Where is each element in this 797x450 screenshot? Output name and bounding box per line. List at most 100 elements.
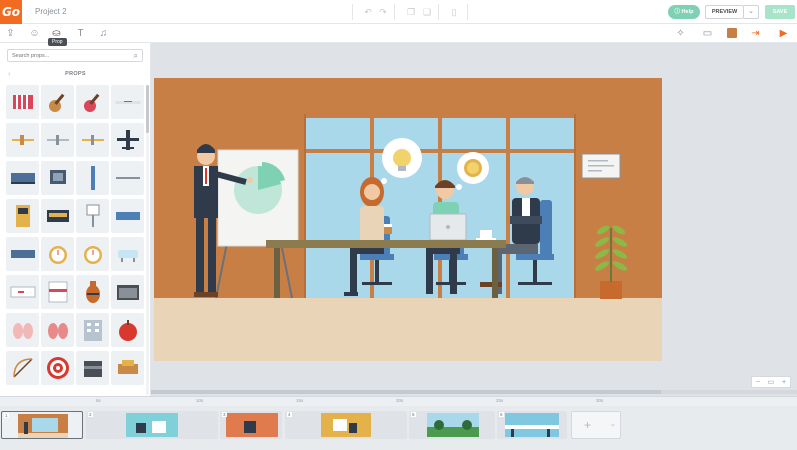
ruler-mark: 15s [296,398,304,403]
plus-icon: + [584,418,592,432]
scene-thumbnail[interactable]: 3 [220,411,282,439]
prop-item-alarm-clock[interactable] [41,237,74,271]
scene-preview [226,413,278,437]
chevron-down-icon[interactable]: ⌄ [744,5,759,19]
prop-item-bathtub[interactable] [111,237,144,271]
prop-item-jet[interactable] [41,123,74,157]
search-input[interactable] [12,51,122,61]
scene-number: 6 [499,412,504,417]
search-icon[interactable]: ⌕ [134,51,138,61]
scene-number: 2 [88,412,93,417]
prop-item-pole[interactable] [76,161,109,195]
undo-icon[interactable]: ↶ [362,6,374,18]
scene-thumbnail[interactable]: 2 [86,411,218,439]
asset-toolbar: ⇪ ☺ ⛀ T ♫ ✧ ▭ ⇥ ▶ [0,24,797,43]
upload-icon[interactable]: ⇪ [4,27,17,40]
divider [394,4,395,20]
scene-thumbnail[interactable]: 1 [1,411,83,439]
scroll-thumb[interactable] [151,390,661,394]
certificate [581,153,621,179]
coffee-cup [384,224,392,234]
prop-item-acoustic-guitar[interactable] [41,85,74,119]
scene-thumbnail[interactable]: 4 [285,411,407,439]
zoom-out-button[interactable]: − [756,379,760,386]
preview-button[interactable]: PREVIEW [705,5,744,19]
prop-item-lungs[interactable] [6,313,39,347]
ruler-mark: 5s [96,398,101,403]
prop-item-sofa[interactable] [111,351,144,385]
prop-item-bus-seats[interactable] [6,237,39,271]
prop-item-bow[interactable] [6,351,39,385]
prop-item-propeller-plane[interactable] [76,123,109,157]
props-panel: ⌕ ‹ PROPS [0,43,151,396]
add-scene-button[interactable]: + ⌄ [571,411,621,439]
effects-icon[interactable]: ✧ [674,27,687,40]
character-icon[interactable]: ☺ [28,27,41,40]
tooltip: Prop [48,38,67,46]
zoom-fit-button[interactable]: ▭ [768,378,775,386]
prop-item-apple[interactable] [111,313,144,347]
prop-item-biplane[interactable] [6,123,39,157]
delete-icon[interactable]: ▯ [448,6,460,18]
prop-item-apartment[interactable] [76,313,109,347]
help-icon: ⓘ [674,9,682,15]
timeline-ruler[interactable]: 5s 10s 15s 20s 25s 30s [0,396,797,406]
color-swatch[interactable] [727,28,737,38]
scene-number: 1 [4,413,9,418]
props-scrollbar[interactable] [146,85,149,395]
save-button[interactable]: SAVE [765,5,795,19]
search-box[interactable]: ⌕ [7,49,143,62]
scene-preview [18,414,68,438]
ruler-mark: 25s [496,398,504,403]
camera-icon[interactable]: ▶ [777,27,790,40]
prop-item-lungs-2[interactable] [41,313,74,347]
scroll-thumb[interactable] [146,85,149,133]
props-grid [6,85,144,385]
scene-timeline: 1 2 3 4 5 6 + ⌄ [0,406,797,450]
prop-item-bench[interactable] [111,161,144,195]
prop-item-luggage-cart[interactable] [41,161,74,195]
prop-item-amplifier[interactable] [111,275,144,309]
prop-item-sign[interactable] [76,199,109,233]
prop-item-target[interactable] [41,351,74,385]
prop-item-airplane[interactable] [111,123,144,157]
prop-item-airliner[interactable] [111,85,144,119]
paste-icon[interactable]: ❏ [421,6,433,18]
scene-number: 4 [287,412,292,417]
scene-number: 3 [222,412,227,417]
prop-item-atm[interactable] [6,199,39,233]
prop-item-amphora[interactable] [76,275,109,309]
prop-item-accordion[interactable] [6,85,39,119]
music-icon[interactable]: ♫ [97,27,110,40]
copy-icon[interactable]: ❐ [405,6,417,18]
prop-item-alarm-clock-2[interactable] [76,237,109,271]
ruler-mark: 30s [596,398,604,403]
prop-item-airport-seats[interactable] [6,161,39,195]
scene-thumbnail[interactable]: 5 [409,411,495,439]
prop-item-ambulance-2[interactable] [41,275,74,309]
stage-scrollbar[interactable] [151,390,797,394]
prop-item-ambulance[interactable] [6,275,39,309]
scene-preview [427,413,479,437]
zoom-in-button[interactable]: + [782,379,786,386]
logo[interactable]: Go [0,0,22,24]
text-icon[interactable]: T [74,27,87,40]
prop-item-cashier[interactable] [41,199,74,233]
scene-thumbnail[interactable]: 6 [497,411,567,439]
scene-preview [321,413,371,437]
scene-preview [505,413,559,437]
scene-preview [126,413,178,437]
layout-icon[interactable]: ▭ [701,27,714,40]
chevron-down-icon[interactable]: ⌄ [610,420,616,428]
prop-item-electric-guitar[interactable] [76,85,109,119]
scene-canvas[interactable] [154,78,662,361]
panel-title: PROPS [65,71,86,77]
prop-item-box[interactable] [76,351,109,385]
help-button[interactable]: ⓘ Help [668,5,700,19]
prop-item-seats[interactable] [111,199,144,233]
project-title[interactable]: Project 2 [35,7,67,16]
zoom-controls: − ▭ + [751,376,791,388]
help-label: Help [681,9,694,15]
exit-icon[interactable]: ⇥ [749,27,762,40]
redo-icon[interactable]: ↷ [377,6,389,18]
